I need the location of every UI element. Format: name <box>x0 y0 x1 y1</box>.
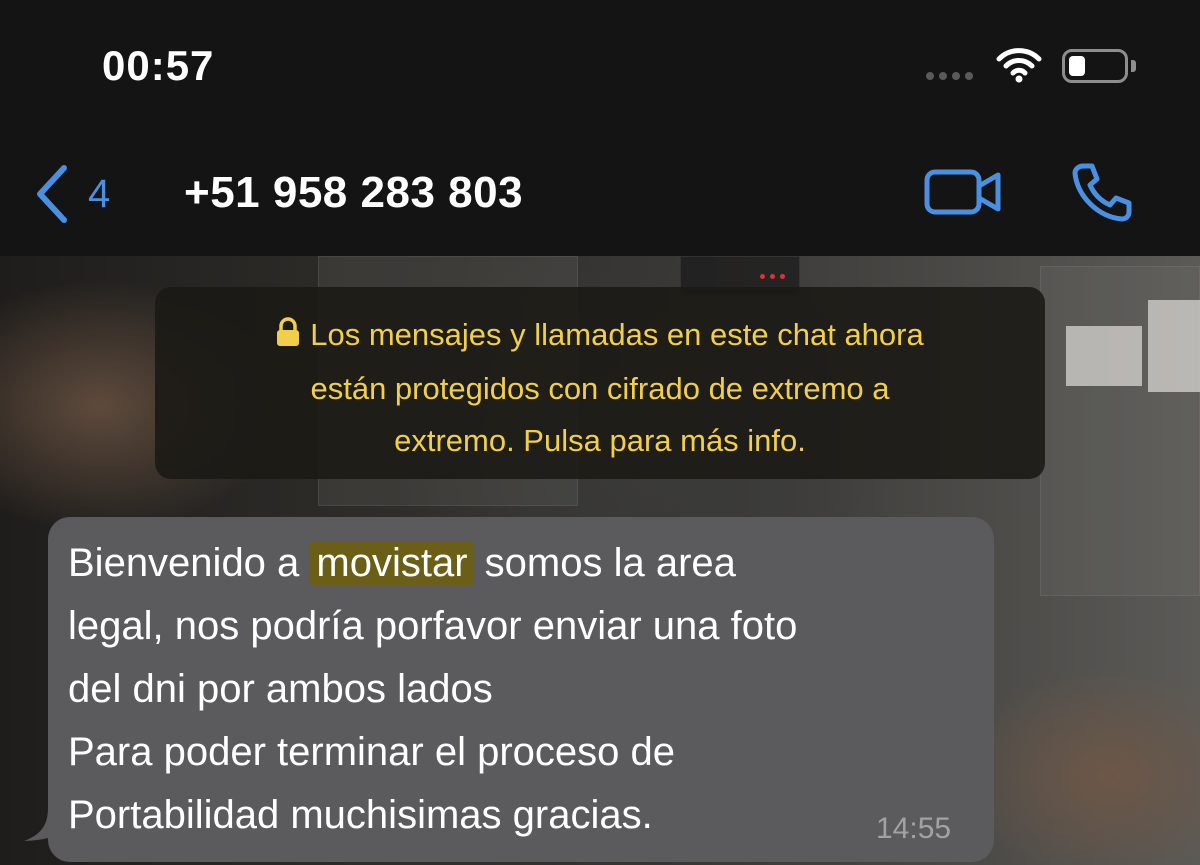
message-timestamp: 14:55 <box>876 812 952 845</box>
unread-count: 4 <box>88 171 111 216</box>
notice-line-1: Los mensajes y llamadas en este chat aho… <box>310 317 924 352</box>
message-line-5: Portabilidad muchisimas gracias. <box>68 793 653 837</box>
lock-icon <box>276 311 300 363</box>
phone-icon <box>1072 163 1132 222</box>
battery-tip <box>1131 60 1136 72</box>
notice-line-3: extremo. Pulsa para más info. <box>394 423 806 458</box>
wifi-icon <box>996 47 1042 88</box>
chat-area[interactable]: Los mensajes y llamadas en este chat aho… <box>0 256 1200 865</box>
wallpaper-detail <box>1148 300 1200 392</box>
message-line-3: del dni por ambos lados <box>68 667 493 711</box>
status-time: 00:57 <box>102 42 215 89</box>
notice-line-2: están protegidos con cifrado de extremo … <box>310 371 890 406</box>
battery-fill <box>1069 56 1085 76</box>
contact-name[interactable]: +51 958 283 803 <box>184 168 523 218</box>
voice-call-button[interactable] <box>1070 162 1134 227</box>
encryption-notice[interactable]: Los mensajes y llamadas en este chat aho… <box>155 287 1045 479</box>
wallpaper-detail <box>770 274 775 279</box>
message-line-1-end: somos la area <box>473 541 736 585</box>
status-bar: 00:57 <box>0 0 1200 134</box>
message-text: Bienvenido a movistar somos la area lega… <box>68 532 978 847</box>
back-button[interactable]: 4 <box>32 164 110 224</box>
signal-dots-icon <box>926 72 973 80</box>
message-line-4: Para poder terminar el proceso de <box>68 730 675 774</box>
video-camera-icon <box>924 169 1001 215</box>
message-line-2: legal, nos podría porfavor enviar una fo… <box>68 604 798 648</box>
wallpaper-detail <box>780 274 785 279</box>
chat-header: 4 +51 958 283 803 <box>0 134 1200 256</box>
wallpaper-detail <box>760 274 765 279</box>
battery-icon <box>1062 49 1128 83</box>
video-call-button[interactable] <box>924 168 1002 221</box>
wallpaper-detail <box>1066 326 1142 386</box>
chevron-left-icon <box>37 165 67 223</box>
message-line-1-start: Bienvenido a <box>68 541 311 585</box>
highlighted-word: movistar <box>310 541 474 585</box>
